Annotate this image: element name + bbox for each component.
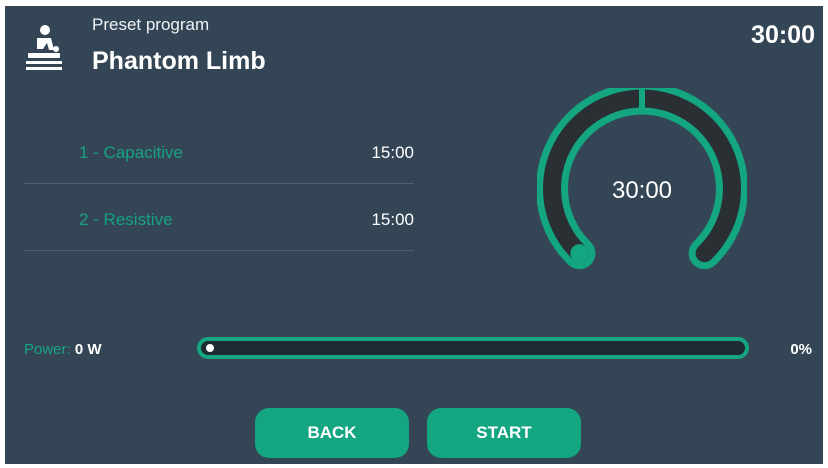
step-time: 15:00 [371,210,414,229]
back-button[interactable]: BACK [255,408,409,458]
massage-therapy-icon [26,25,62,70]
power-value: 0 W [74,341,102,358]
device-screen: Preset program Phantom Limb 30:00 1 - Ca… [5,6,823,464]
dial-time-value: 30:00 [611,177,673,204]
total-time: 30:00 [751,21,815,49]
step-label: 1 - Capacitive [79,143,183,162]
power-slider[interactable] [197,337,749,359]
step-label: 2 - Resistive [79,210,173,229]
program-title: Phantom Limb [92,47,266,75]
power-label: Power: 0 W [24,341,102,358]
power-label-text: Power: [24,341,71,358]
start-button[interactable]: START [427,408,581,458]
step-row-resistive: 2 - Resistive 15:00 [24,190,414,251]
power-percent: 0% [790,341,812,358]
step-time: 15:00 [371,143,414,162]
power-slider-knob[interactable] [206,344,214,352]
program-type-label: Preset program [92,15,210,34]
step-row-capacitive: 1 - Capacitive 15:00 [24,123,414,184]
